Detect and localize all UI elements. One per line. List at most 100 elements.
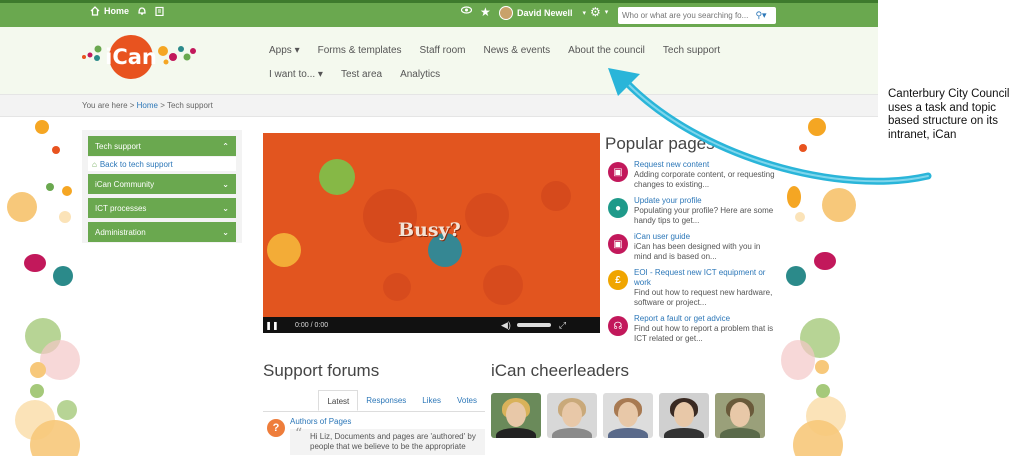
- star-icon: ★: [480, 5, 491, 19]
- decor-circle: [799, 144, 807, 152]
- forum-post-title[interactable]: Authors of Pages: [290, 417, 485, 426]
- figure: Home ★ David Newell ▾ ⚙ ▾ Who or what ar…: [0, 0, 1024, 456]
- notifications-button[interactable]: [137, 6, 147, 16]
- decor-circle: [52, 146, 60, 154]
- home-link[interactable]: Home: [90, 6, 129, 16]
- play-pause-button[interactable]: ❚❚: [263, 321, 281, 330]
- sidenav-item-tech-support[interactable]: Tech support ⌃: [88, 136, 236, 156]
- decor-circle: [814, 252, 836, 270]
- back-to-tech-support-link[interactable]: ⌂ Back to tech support: [88, 157, 236, 171]
- tab-latest[interactable]: Latest: [318, 390, 359, 411]
- sidenav-item-ict-processes[interactable]: ICT processes ⌄: [88, 198, 236, 218]
- home-label: Home: [104, 6, 130, 16]
- support-forums-heading: Support forums: [263, 361, 380, 380]
- popular-item-title[interactable]: Report a fault or get advice: [634, 314, 775, 324]
- user-name: David Newell: [517, 8, 573, 18]
- chevron-down-icon: ⌄: [222, 179, 229, 189]
- avatar: [499, 6, 513, 20]
- sidenav-item-ican-community[interactable]: iCan Community ⌄: [88, 174, 236, 194]
- tab-likes[interactable]: Likes: [414, 390, 449, 411]
- photo-detail: [608, 428, 648, 438]
- forum-post-excerpt: “ Hi Liz, Documents and pages are 'autho…: [290, 427, 485, 455]
- popular-item-desc: Adding corporate content, or requesting …: [634, 170, 775, 189]
- ican-cheerleaders: iCan cheerleaders: [491, 361, 771, 438]
- cheerleader-photo[interactable]: [659, 393, 709, 438]
- chevron-up-icon: ⌃: [222, 141, 229, 151]
- cheerleader-photo[interactable]: [715, 393, 765, 438]
- tab-votes[interactable]: Votes: [449, 390, 485, 411]
- popular-item-title[interactable]: Request new content: [634, 160, 775, 170]
- popular-item[interactable]: ● Update your profile Populating your pr…: [605, 196, 775, 226]
- search-button[interactable]: ⚲▾: [750, 10, 772, 21]
- nav-about-council[interactable]: About the council: [568, 45, 645, 56]
- breadcrumb: You are here > Home > Tech support: [0, 94, 878, 117]
- popular-item[interactable]: £ EOI - Request new ICT equipment or wor…: [605, 268, 775, 308]
- person-icon: ●: [608, 198, 628, 218]
- tab-responses[interactable]: Responses: [358, 390, 414, 411]
- cheerleader-photo[interactable]: [491, 393, 541, 438]
- breadcrumb-home-link[interactable]: Home: [137, 101, 158, 110]
- decor-circle: [30, 420, 80, 456]
- popular-item-title[interactable]: EOI - Request new ICT equipment or work: [634, 268, 775, 288]
- decor-circle: [816, 384, 830, 398]
- volume-slider[interactable]: [516, 323, 551, 327]
- ican-logo[interactable]: iCan: [80, 35, 205, 79]
- watch-button[interactable]: [461, 6, 472, 14]
- video-bubble: [483, 265, 523, 305]
- favourites-button[interactable]: ★: [480, 5, 491, 19]
- nav-test-area[interactable]: Test area: [341, 69, 382, 80]
- search-input[interactable]: [618, 11, 750, 20]
- video-time: 0:00 / 0:00: [281, 322, 501, 329]
- cheerleader-photo[interactable]: [547, 393, 597, 438]
- volume-icon[interactable]: ◀): [501, 320, 511, 331]
- cheerleader-photo[interactable]: [603, 393, 653, 438]
- monitor-icon: ▣: [608, 234, 628, 254]
- nav-apps[interactable]: Apps ▾: [269, 45, 300, 56]
- photo-detail: [730, 402, 750, 427]
- popular-item[interactable]: ▣ iCan user guide iCan has been designed…: [605, 232, 775, 262]
- video-player[interactable]: Busy? ❚❚ 0:00 / 0:00 ◀) ⤢: [263, 133, 600, 333]
- decor-circle: [62, 186, 72, 196]
- cheerleader-photos: [491, 393, 771, 438]
- nav-i-want-to[interactable]: I want to... ▾: [269, 69, 323, 80]
- decor-circle: [59, 211, 71, 223]
- decor-circle: [822, 188, 856, 222]
- chevron-down-icon: ▾: [604, 9, 609, 16]
- decor-circle: [781, 340, 815, 380]
- sidenav-item-label: Tech support: [95, 141, 141, 151]
- sidenav-item-label: Administration: [95, 227, 146, 237]
- nav-news-events[interactable]: News & events: [483, 45, 550, 56]
- primary-nav: Apps ▾ Forms & templates Staff room News…: [269, 45, 720, 56]
- decor-circle: [30, 362, 46, 378]
- video-bubble: [267, 233, 301, 267]
- video-title: Busy?: [398, 219, 461, 241]
- sidenav-item-administration[interactable]: Administration ⌄: [88, 222, 236, 242]
- video-bubble: [541, 181, 571, 211]
- popular-item-title[interactable]: iCan user guide: [634, 232, 775, 242]
- site-header: iCan Apps ▾ Forms & templates Staff room…: [0, 27, 878, 94]
- clipboard-button[interactable]: [155, 6, 164, 16]
- fullscreen-icon[interactable]: ⤢: [559, 320, 566, 331]
- svg-text:iCan: iCan: [105, 45, 157, 69]
- nav-staff-room[interactable]: Staff room: [420, 45, 466, 56]
- popular-item-title[interactable]: Update your profile: [634, 196, 775, 206]
- popular-item[interactable]: ▣ Request new content Adding corporate c…: [605, 160, 775, 190]
- decor-circle: [40, 340, 80, 380]
- nav-forms-templates[interactable]: Forms & templates: [318, 45, 402, 56]
- decor-circle: [7, 192, 37, 222]
- user-menu[interactable]: David Newell ▾: [499, 6, 586, 20]
- settings-button[interactable]: ⚙ ▾: [590, 5, 608, 19]
- popular-item[interactable]: ☊ Report a fault or get advice Find out …: [605, 314, 775, 344]
- headset-icon: ☊: [608, 316, 628, 336]
- monitor-icon: ▣: [608, 162, 628, 182]
- nav-analytics[interactable]: Analytics: [400, 69, 440, 80]
- chevron-down-icon: ▾: [582, 10, 587, 17]
- nav-tech-support[interactable]: Tech support: [663, 45, 720, 56]
- decor-circle: [815, 360, 829, 374]
- time-total: 0:00: [314, 321, 329, 329]
- top-bar: Home ★ David Newell ▾ ⚙ ▾ Who or what ar…: [0, 0, 878, 27]
- decor-circle: [786, 266, 806, 286]
- gear-icon: ⚙: [590, 5, 601, 19]
- search-icon: ⚲▾: [755, 10, 767, 20]
- decor-circle: [787, 186, 801, 208]
